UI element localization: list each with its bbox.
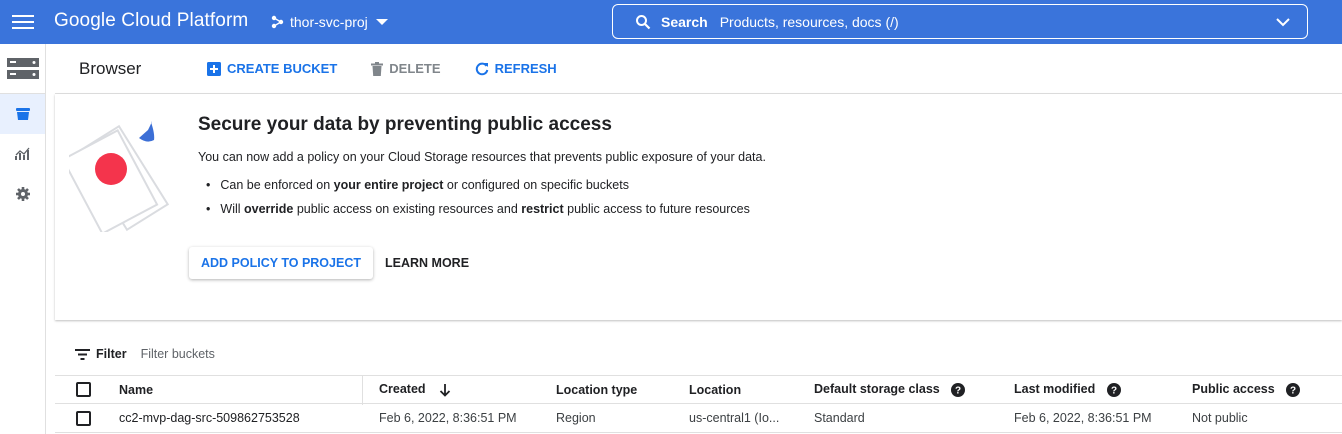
filter-label: Filter: [96, 347, 127, 361]
row-checkbox[interactable]: [76, 410, 91, 426]
refresh-label: REFRESH: [494, 61, 557, 76]
cell-location: us-central1 (Io...: [689, 411, 780, 425]
search-input[interactable]: Products, resources, docs (/): [720, 14, 899, 30]
caret-down-icon: [375, 19, 388, 25]
public-access-promo-card: Secure your data by preventing public ac…: [55, 94, 1342, 320]
buckets-table: Name Created Location type Location Defa…: [55, 375, 1342, 433]
sort-arrow-down-icon[interactable]: [439, 383, 451, 397]
select-all-checkbox[interactable]: [76, 382, 91, 397]
column-header-last-modified[interactable]: Last modified ?: [1014, 382, 1121, 397]
table-header-row: Name Created Location type Location Defa…: [55, 375, 1342, 405]
chevron-down-icon[interactable]: [1275, 14, 1291, 35]
help-icon[interactable]: ?: [1106, 382, 1121, 397]
bucket-name-link[interactable]: cc2-mvp-dag-src-509862753528: [119, 411, 300, 425]
security-illustration: [69, 121, 170, 232]
refresh-icon: [475, 62, 488, 75]
project-name: thor-svc-proj: [290, 14, 368, 30]
trash-icon: [371, 61, 384, 76]
search-icon: [635, 14, 651, 30]
column-header-public-access[interactable]: Public access ?: [1192, 382, 1301, 397]
bucket-icon[interactable]: [0, 94, 45, 134]
monitoring-icon[interactable]: [0, 134, 45, 174]
svg-text:?: ?: [1290, 385, 1296, 396]
create-bucket-label: CREATE BUCKET: [227, 61, 338, 76]
add-policy-button[interactable]: ADD POLICY TO PROJECT: [189, 247, 373, 279]
promo-bullet: Can be enforced on your entire project o…: [206, 178, 750, 202]
learn-more-button[interactable]: LEARN MORE: [375, 247, 479, 279]
promo-description: You can now add a policy on your Cloud S…: [198, 150, 766, 164]
svg-text:?: ?: [1111, 385, 1117, 396]
left-nav-rail: [0, 44, 46, 434]
table-row[interactable]: cc2-mvp-dag-src-509862753528 Feb 6, 2022…: [55, 404, 1342, 433]
filter-icon: [75, 348, 90, 360]
svg-text:?: ?: [955, 385, 961, 396]
cell-created: Feb 6, 2022, 8:36:51 PM: [379, 411, 517, 425]
search-label: Search: [661, 13, 708, 30]
help-icon[interactable]: ?: [1286, 382, 1301, 397]
filter-input[interactable]: Filter buckets: [141, 347, 215, 361]
page-title: Browser: [79, 58, 142, 78]
promo-bullet-list: Can be enforced on your entire project o…: [206, 178, 750, 226]
storage-product-icon[interactable]: [0, 44, 45, 94]
help-icon[interactable]: ?: [951, 382, 966, 397]
column-header-location[interactable]: Location: [689, 383, 741, 397]
filter-bar: Filter Filter buckets: [75, 344, 215, 364]
cell-storage-class: Standard: [814, 411, 865, 425]
refresh-button[interactable]: REFRESH: [475, 61, 557, 76]
column-header-name[interactable]: Name: [119, 383, 153, 397]
add-box-icon: [207, 61, 221, 76]
delete-label: DELETE: [389, 61, 441, 76]
cell-last-modified: Feb 6, 2022, 8:36:51 PM: [1014, 411, 1152, 425]
column-header-storage-class[interactable]: Default storage class ?: [814, 382, 966, 397]
delete-button[interactable]: DELETE: [371, 61, 441, 76]
project-hierarchy-icon: [271, 15, 284, 29]
create-bucket-button[interactable]: CREATE BUCKET: [207, 61, 337, 76]
cell-public-access: Not public: [1192, 411, 1248, 425]
settings-icon[interactable]: [0, 174, 45, 214]
promo-title: Secure your data by preventing public ac…: [198, 114, 612, 135]
column-divider: [362, 376, 363, 405]
promo-bullet: Will override public access on existing …: [206, 202, 749, 226]
column-header-created[interactable]: Created: [379, 382, 451, 397]
column-header-location-type[interactable]: Location type: [556, 383, 637, 397]
page-header: Browser CREATE BUCKET DELETE REFRESH: [55, 44, 1342, 94]
cell-location-type: Region: [556, 411, 596, 425]
project-selector[interactable]: thor-svc-proj: [270, 12, 388, 32]
app-logo[interactable]: Google Cloud Platform: [54, 10, 248, 32]
hamburger-menu-icon[interactable]: [12, 12, 34, 32]
search-bar[interactable]: Search Products, resources, docs (/): [612, 4, 1308, 39]
top-app-bar: Google Cloud Platform thor-svc-proj Sear…: [0, 0, 1342, 44]
